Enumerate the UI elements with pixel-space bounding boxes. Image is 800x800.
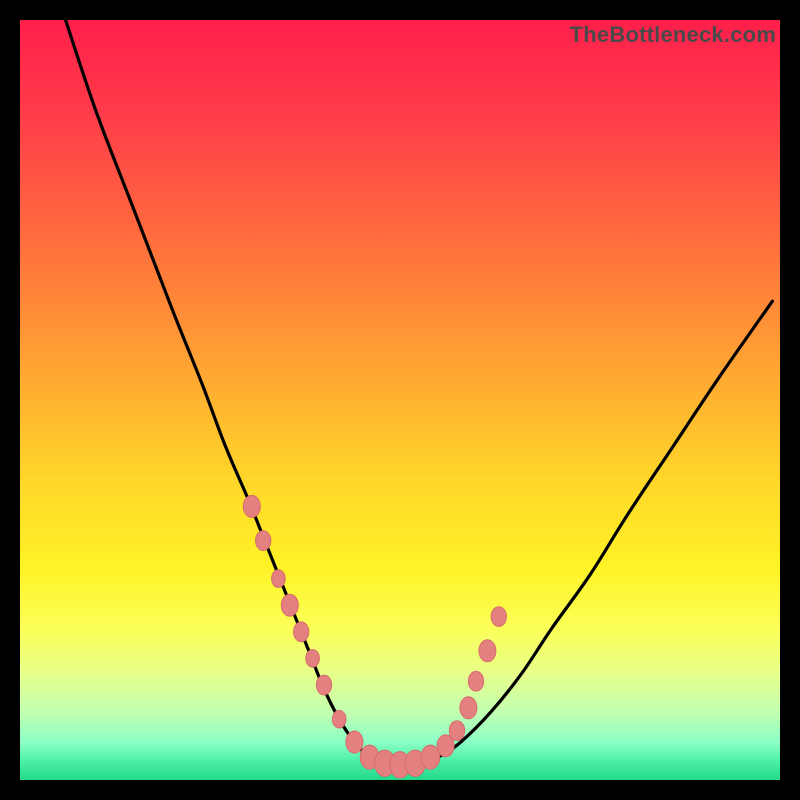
curve-marker: [491, 607, 506, 627]
curve-marker: [256, 531, 271, 551]
curve-marker: [332, 710, 346, 728]
curve-marker: [316, 675, 331, 695]
curve-marker: [479, 640, 496, 662]
curve-marker: [449, 721, 464, 741]
curve-marker: [281, 594, 298, 616]
curve-marker: [306, 650, 320, 668]
curve-marker: [346, 731, 363, 753]
curve-marker: [294, 622, 309, 642]
watermark-text: TheBottleneck.com: [570, 22, 776, 48]
chart-frame: TheBottleneck.com: [0, 0, 800, 800]
curve-marker: [460, 697, 477, 719]
curve-marker: [243, 495, 260, 517]
curve-marker: [272, 570, 286, 588]
curve-marker: [468, 671, 483, 691]
curve-layer: [20, 20, 780, 780]
plot-area: [20, 20, 780, 780]
bottleneck-curve: [66, 20, 773, 765]
